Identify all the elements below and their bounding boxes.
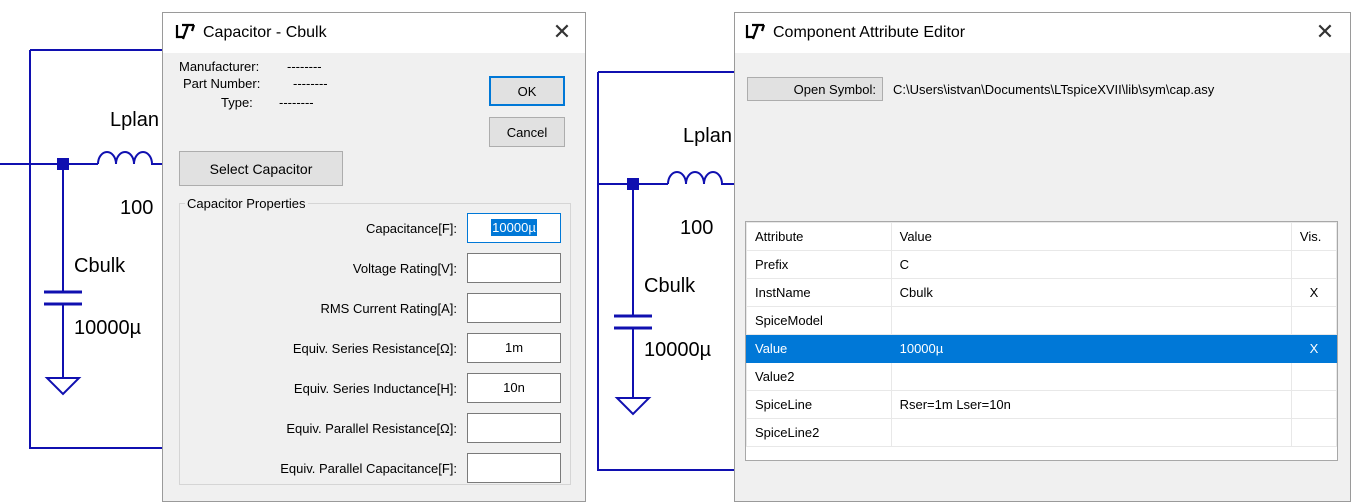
- attribute-editor-title: Component Attribute Editor: [773, 24, 966, 41]
- type-label: Type:: [221, 95, 253, 110]
- capacitance-value: 10000µ: [491, 219, 537, 236]
- value-cell[interactable]: [890, 362, 1292, 391]
- type-value: --------: [279, 95, 314, 110]
- vis-cell[interactable]: [1290, 362, 1338, 391]
- table-row[interactable]: SpiceLine2: [746, 418, 1338, 447]
- open-symbol-button[interactable]: Open Symbol:: [747, 77, 883, 101]
- esr-label: Equiv. Series Resistance[Ω]:: [292, 341, 457, 356]
- manufacturer-value: --------: [287, 59, 322, 74]
- manufacturer-label: Manufacturer:: [179, 59, 260, 74]
- cap-value-left: 10000µ: [74, 317, 142, 339]
- vis-cell[interactable]: [1290, 390, 1338, 419]
- inductor-label-left: Lplan: [110, 109, 159, 131]
- capacitance-field[interactable]: 10000µ: [467, 213, 561, 243]
- inductor-value-right: 100: [680, 217, 714, 239]
- capacitor-dialog-title: Capacitor - Cbulk: [203, 24, 327, 41]
- vis-cell[interactable]: [1290, 306, 1338, 335]
- value-cell[interactable]: C: [890, 250, 1292, 279]
- value-cell[interactable]: Rser=1m Lser=10n: [890, 390, 1292, 419]
- epc-label: Equiv. Parallel Capacitance[F]:: [280, 461, 457, 476]
- part-number-label: Part Number:: [183, 76, 261, 91]
- inductor-left: [97, 151, 162, 165]
- rms-current-label: RMS Current Rating[A]:: [320, 301, 457, 316]
- epr-label: Equiv. Parallel Resistance[Ω]:: [286, 421, 457, 436]
- table-row-selected[interactable]: Value 10000µ X: [746, 334, 1338, 363]
- capacitor-dialog-titlebar[interactable]: Capacitor - Cbulk ✕: [163, 13, 585, 53]
- vis-cell[interactable]: X: [1290, 278, 1338, 307]
- capacitor-properties-title: Capacitor Properties: [185, 196, 308, 211]
- cancel-button[interactable]: Cancel: [489, 117, 565, 147]
- ground-right: [614, 397, 652, 416]
- ok-button[interactable]: OK: [489, 76, 565, 106]
- junction-right: [627, 178, 639, 190]
- vis-cell[interactable]: [1290, 418, 1338, 447]
- column-header-vis[interactable]: Vis.: [1290, 222, 1338, 251]
- voltage-rating-field[interactable]: [467, 253, 561, 283]
- junction-left: [57, 158, 69, 170]
- epr-field[interactable]: [467, 413, 561, 443]
- column-header-attribute[interactable]: Attribute: [746, 222, 892, 251]
- ground-left: [44, 377, 82, 396]
- attribute-table-container: Attribute Value Vis. Prefix C InstName C…: [745, 221, 1338, 461]
- esl-label: Equiv. Series Inductance[H]:: [293, 381, 457, 396]
- attribute-cell: Prefix: [746, 250, 892, 279]
- lt-logo-icon: [175, 23, 196, 40]
- attribute-cell: SpiceLine: [746, 390, 892, 419]
- voltage-rating-label: Voltage Rating[V]:: [352, 261, 457, 276]
- attribute-cell: InstName: [746, 278, 892, 307]
- table-row[interactable]: SpiceLine Rser=1m Lser=10n: [746, 390, 1338, 419]
- part-number-value: --------: [293, 76, 328, 91]
- table-row[interactable]: Value2: [746, 362, 1338, 391]
- close-icon[interactable]: ✕: [549, 19, 575, 45]
- table-header-row: Attribute Value Vis.: [746, 222, 1338, 251]
- epc-field[interactable]: [467, 453, 561, 483]
- value-cell[interactable]: 10000µ: [890, 334, 1292, 363]
- esl-field[interactable]: 10n: [467, 373, 561, 403]
- close-icon[interactable]: ✕: [1312, 19, 1338, 45]
- vis-cell[interactable]: [1290, 250, 1338, 279]
- rms-current-field[interactable]: [467, 293, 561, 323]
- lt-logo-icon: [745, 23, 766, 40]
- cap-label-right: Cbulk: [644, 275, 696, 297]
- cap-value-right: 10000µ: [644, 339, 712, 361]
- attribute-table: Attribute Value Vis. Prefix C InstName C…: [746, 222, 1338, 447]
- vis-cell[interactable]: X: [1290, 334, 1338, 363]
- value-cell[interactable]: [890, 418, 1292, 447]
- attribute-cell: Value: [746, 334, 892, 363]
- esr-field[interactable]: 1m: [467, 333, 561, 363]
- capacitance-label: Capacitance[F]:: [365, 221, 457, 236]
- select-capacitor-button[interactable]: Select Capacitor: [179, 151, 343, 186]
- symbol-path: C:\Users\istvan\Documents\LTspiceXVII\li…: [893, 82, 1215, 97]
- attribute-cell: Value2: [746, 362, 892, 391]
- inductor-value-left: 100: [120, 197, 154, 219]
- value-cell[interactable]: [890, 306, 1292, 335]
- capacitor-dialog: Capacitor - Cbulk ✕ Manufacturer: ------…: [162, 12, 586, 502]
- table-row[interactable]: Prefix C: [746, 250, 1338, 279]
- table-row[interactable]: SpiceModel: [746, 306, 1338, 335]
- inductor-label-right: Lplan: [683, 125, 732, 147]
- cap-label-left: Cbulk: [74, 255, 126, 277]
- value-cell[interactable]: Cbulk: [890, 278, 1292, 307]
- attribute-editor-titlebar[interactable]: Component Attribute Editor ✕: [735, 13, 1350, 53]
- attribute-cell: SpiceLine2: [746, 418, 892, 447]
- inductor-right: [667, 171, 734, 185]
- column-header-value[interactable]: Value: [890, 222, 1292, 251]
- attribute-editor-dialog: Component Attribute Editor ✕ Open Symbol…: [734, 12, 1351, 502]
- table-row[interactable]: InstName Cbulk X: [746, 278, 1338, 307]
- attribute-cell: SpiceModel: [746, 306, 892, 335]
